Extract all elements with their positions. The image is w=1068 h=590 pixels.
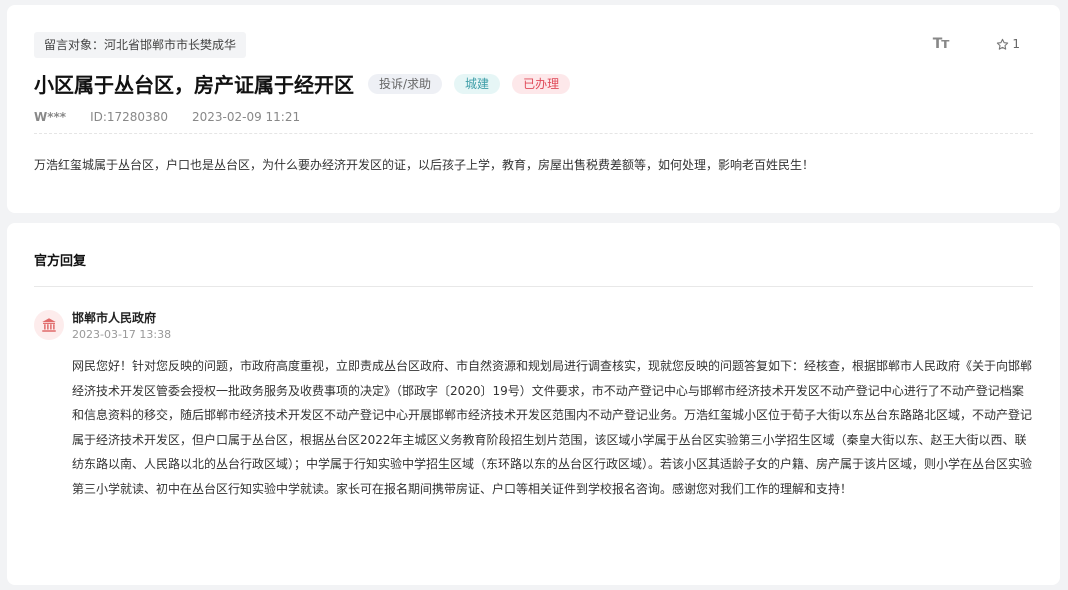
star-icon bbox=[997, 38, 1009, 50]
favorite-count: 1 bbox=[1012, 37, 1020, 51]
reply-content: 网民您好！针对您反映的问题，市政府高度重视，立即责成丛台区政府、市自然资源和规划… bbox=[72, 359, 1033, 496]
reply-org-name: 邯郸市人民政府 bbox=[72, 311, 157, 325]
message-id: ID:17280380 bbox=[90, 110, 168, 124]
avatar bbox=[34, 310, 64, 340]
message-target-tag: 留言对象：河北省邯郸市市长樊成华 bbox=[34, 32, 247, 58]
official-reply-card: 官方回复 邯郸市人民政府 2023-03-17 13:38 网民您好！针对您反映… bbox=[7, 223, 1060, 585]
message-tools: Tт 1 bbox=[933, 36, 1020, 52]
field-badge: 城建 bbox=[454, 73, 501, 94]
type-badge: 投诉/求助 bbox=[368, 73, 443, 94]
title-row: 小区属于丛台区，房产证属于经开区 投诉/求助 城建 已办理 bbox=[34, 69, 582, 98]
divider bbox=[34, 133, 1033, 134]
reply-heading: 官方回复 bbox=[34, 254, 87, 269]
message-meta: W*** ID:17280380 2023-02-09 11:21 bbox=[34, 110, 300, 124]
government-building-icon bbox=[42, 318, 56, 332]
message-time: 2023-02-09 11:21 bbox=[191, 110, 301, 124]
message-card: 留言对象：河北省邯郸市市长樊成华 Tт 1 小区属于丛台区，房产证属于经开区 投… bbox=[7, 5, 1060, 213]
message-content: 万浩红玺城属于丛台区，户口也是丛台区，为什么要办经济开发区的证，以后孩子上学，教… bbox=[34, 158, 815, 172]
status-badge: 已办理 bbox=[512, 73, 571, 94]
font-size-icon[interactable]: Tт bbox=[933, 36, 950, 52]
author-name: W*** bbox=[34, 110, 67, 124]
favorite-button[interactable]: 1 bbox=[996, 37, 1020, 51]
reply-time: 2023-03-17 13:38 bbox=[72, 328, 172, 341]
divider bbox=[34, 286, 1033, 287]
page-title: 小区属于丛台区，房产证属于经开区 bbox=[34, 73, 354, 97]
